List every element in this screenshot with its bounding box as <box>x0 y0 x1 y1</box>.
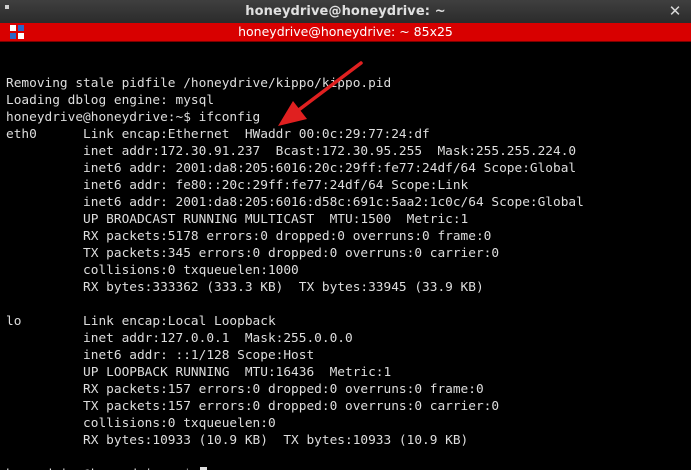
terminal-line: inet addr:172.30.91.237 Bcast:172.30.95.… <box>6 144 577 159</box>
tab-title: honeydrive@honeydrive: ~ 85x25 <box>238 24 453 39</box>
terminal-line: RX bytes:333362 (333.3 KB) TX bytes:3394… <box>6 280 484 295</box>
terminal-line: UP LOOPBACK RUNNING MTU:16436 Metric:1 <box>6 365 392 380</box>
terminal-line: lo Link encap:Local Loopback <box>6 314 292 329</box>
terminal-line: honeydrive@honeydrive:~$ <box>6 466 584 470</box>
terminal-line: honeydrive@honeydrive:~$ ifconfig <box>6 110 261 125</box>
terminal-line: collisions:0 txqueuelen:1000 <box>6 263 307 278</box>
terminal-line: RX bytes:10933 (10.9 KB) TX bytes:10933 … <box>6 433 469 448</box>
terminal-line: inet6 addr: 2001:da8:205:6016:d58c:691c:… <box>6 195 584 210</box>
terminal-lines: Removing stale pidfile /honeydrive/kippo… <box>6 58 584 470</box>
terminal-line: TX packets:157 errors:0 dropped:0 overru… <box>6 399 500 414</box>
terminal-line: inet addr:127.0.0.1 Mask:255.0.0.0 <box>6 331 353 346</box>
terminal-line: Loading dblog engine: mysql <box>6 93 215 108</box>
terminal-line: eth0 Link encap:Ethernet HWaddr 00:0c:29… <box>6 127 446 142</box>
terminal-line: UP BROADCAST RUNNING MULTICAST MTU:1500 … <box>6 212 469 227</box>
terminal-line: RX packets:157 errors:0 dropped:0 overru… <box>6 382 484 397</box>
terminal-tab[interactable]: honeydrive@honeydrive: ~ 85x25 <box>0 23 691 42</box>
title-bar[interactable]: honeydrive@honeydrive: ~ ✕ <box>0 0 691 24</box>
terminal-line: inet6 addr: fe80::20c:29ff:fe77:24df/64 … <box>6 178 469 193</box>
terminal-line: inet6 addr: 2001:da8:205:6016:20c:29ff:f… <box>6 161 577 176</box>
terminal-line: collisions:0 txqueuelen:0 <box>6 416 284 431</box>
terminal-line: TX packets:345 errors:0 dropped:0 overru… <box>6 246 500 261</box>
terminal-line: inet6 addr: ::1/128 Scope:Host <box>6 348 315 363</box>
terminal-line: Removing stale pidfile /honeydrive/kippo… <box>6 76 392 91</box>
close-button[interactable]: ✕ <box>666 2 684 20</box>
terminal-line: RX packets:5178 errors:0 dropped:0 overr… <box>6 229 492 244</box>
window-title: honeydrive@honeydrive: ~ <box>245 4 446 19</box>
terminal-output[interactable]: Removing stale pidfile /honeydrive/kippo… <box>0 42 691 470</box>
terminal-window: honeydrive@honeydrive: ~ ✕ honeydrive@ho… <box>0 0 691 470</box>
